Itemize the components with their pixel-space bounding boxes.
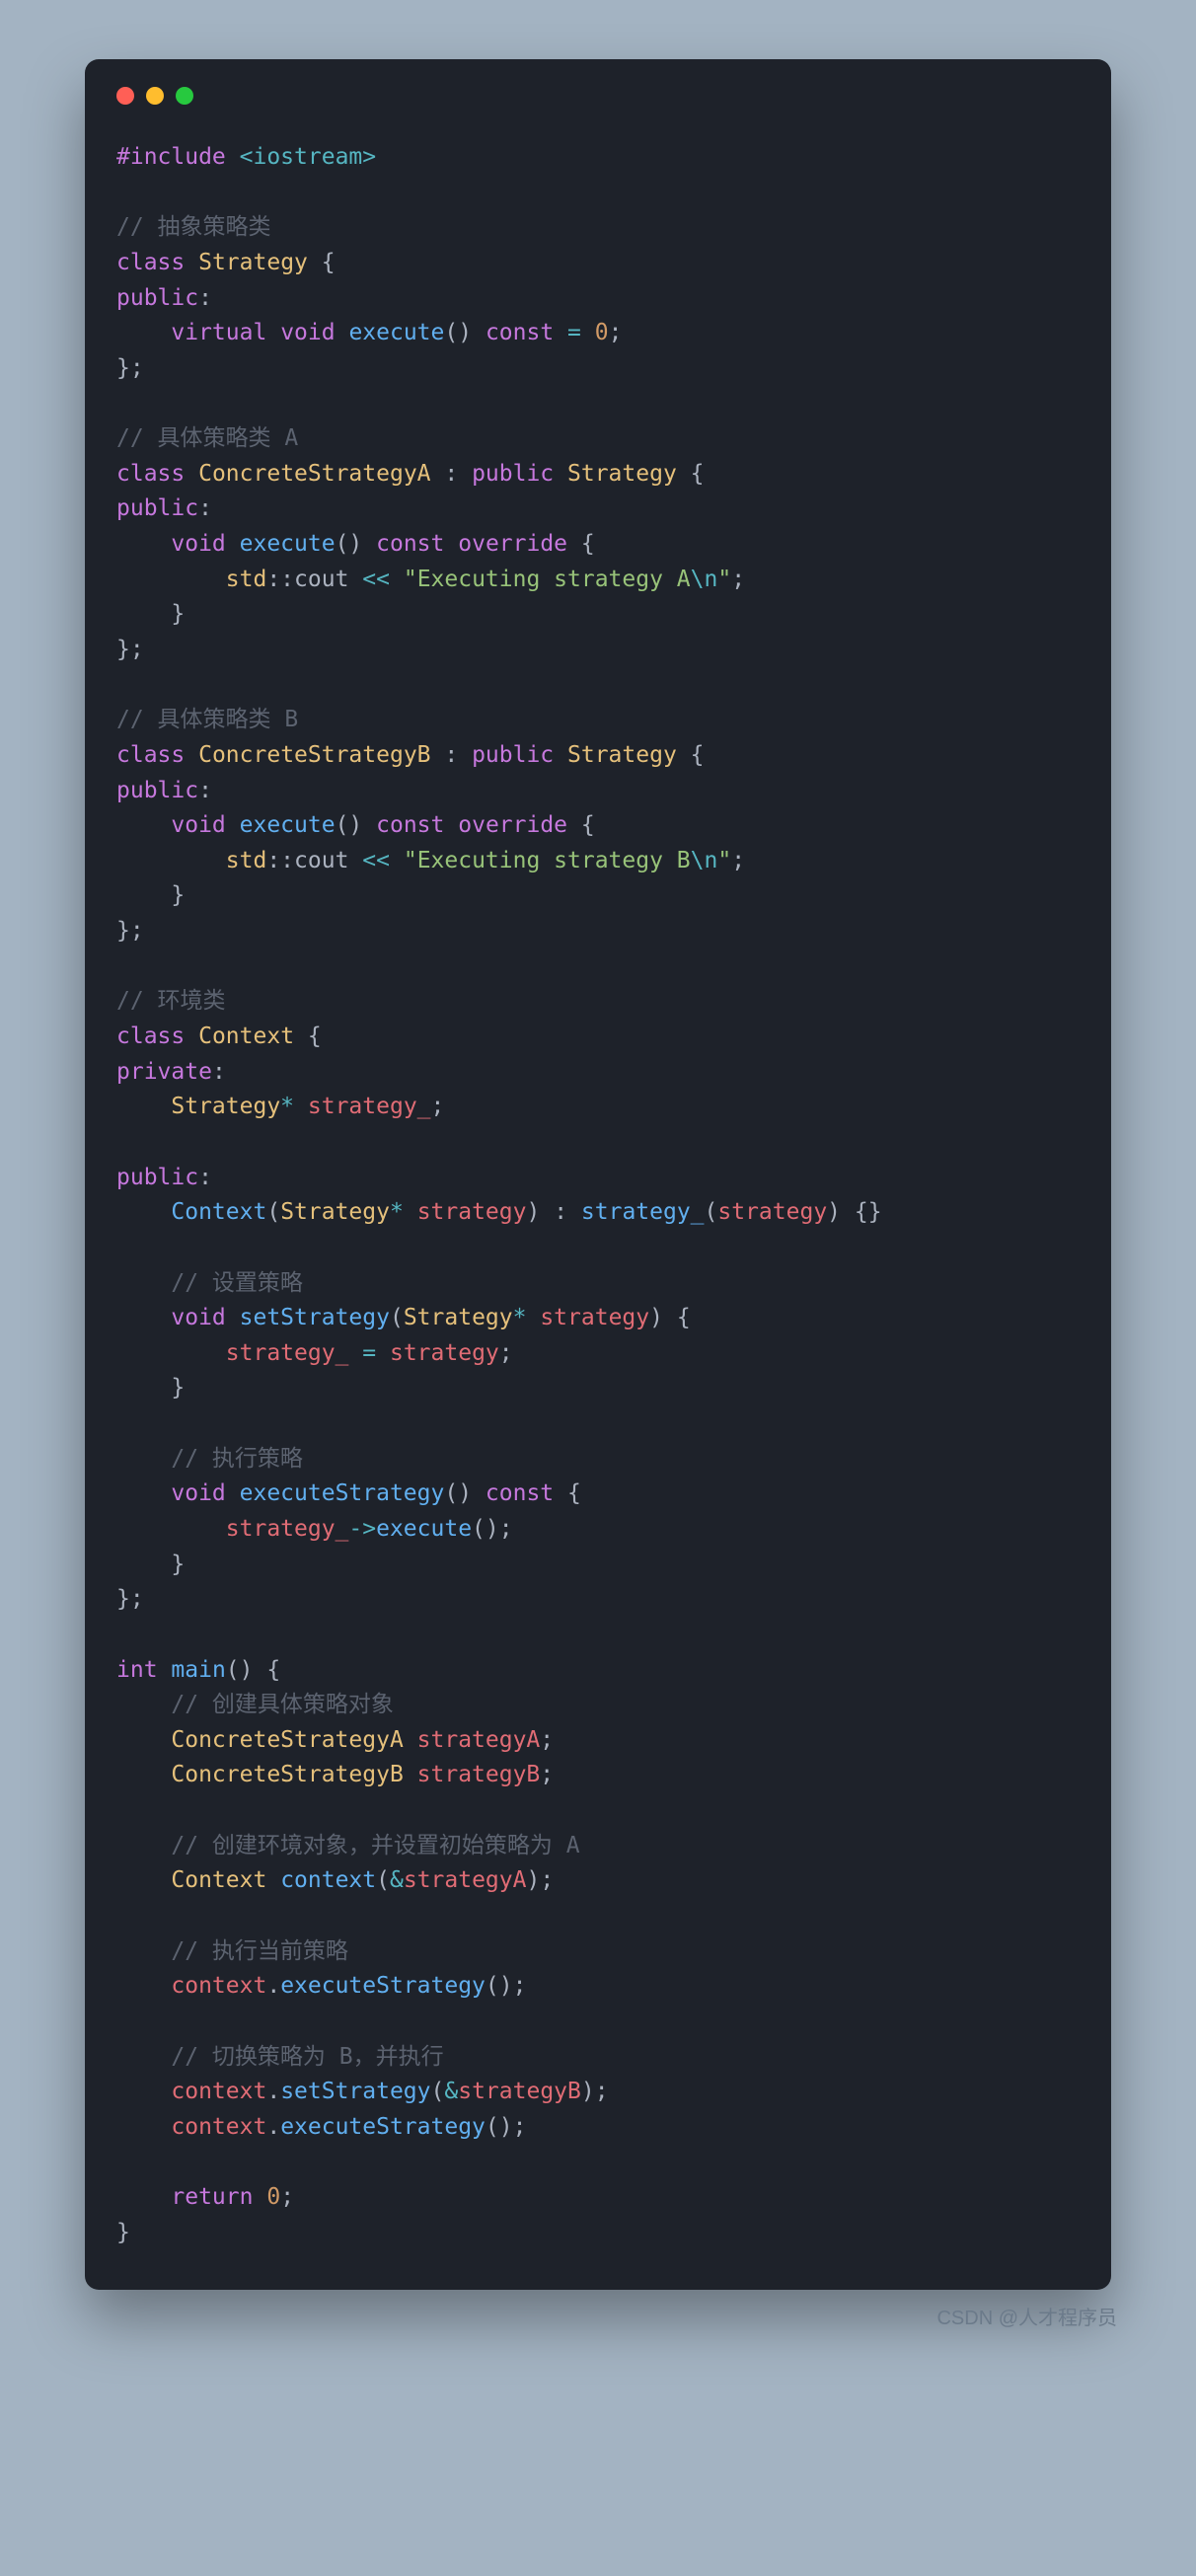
window-titlebar <box>116 87 1080 105</box>
preproc: #include <box>116 144 226 170</box>
comment: // 执行当前策略 <box>171 1938 348 1964</box>
code-block: #include <iostream> // 抽象策略类 class Strat… <box>116 140 1080 2250</box>
comment: // 具体策略类 A <box>116 425 298 451</box>
comment: // 抽象策略类 <box>116 214 271 240</box>
include-target: <iostream> <box>240 144 376 170</box>
comment: // 创建具体策略对象 <box>171 1692 394 1717</box>
minimize-icon[interactable] <box>146 87 164 105</box>
comment: // 设置策略 <box>171 1270 303 1296</box>
comment: // 执行策略 <box>171 1446 303 1472</box>
code-window: #include <iostream> // 抽象策略类 class Strat… <box>85 59 1111 2290</box>
comment: // 创建环境对象，并设置初始策略为 A <box>171 1833 579 1858</box>
comment: // 具体策略类 B <box>116 707 298 732</box>
close-icon[interactable] <box>116 87 134 105</box>
comment: // 切换策略为 B，并执行 <box>171 2044 443 2070</box>
watermark: CSDN @人才程序员 <box>936 2302 1117 2330</box>
comment: // 环境类 <box>116 988 226 1014</box>
maximize-icon[interactable] <box>176 87 193 105</box>
